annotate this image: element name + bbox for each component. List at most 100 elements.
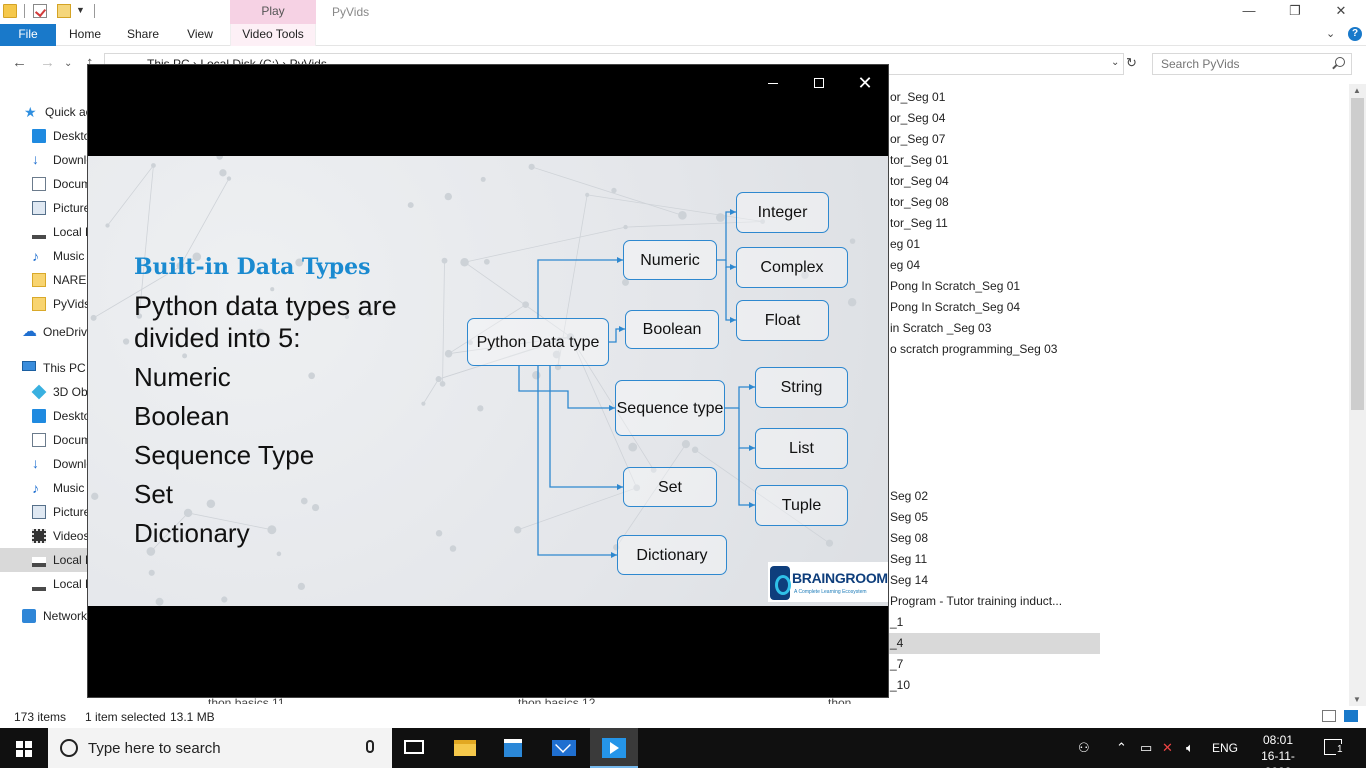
- file-explorer-button[interactable]: [442, 728, 490, 768]
- media-player-button[interactable]: [590, 728, 638, 768]
- tab-file[interactable]: File: [0, 24, 56, 46]
- sidebar-item[interactable]: Local Disk (D:): [0, 572, 90, 596]
- scroll-up-icon[interactable]: ▲: [1353, 86, 1361, 95]
- node-numeric: Numeric: [623, 240, 717, 280]
- sidebar-item[interactable]: This PC: [0, 356, 90, 380]
- search-input[interactable]: [1153, 54, 1328, 74]
- close-button[interactable]: ✕: [1318, 0, 1364, 24]
- help-icon[interactable]: ?: [1348, 27, 1362, 41]
- details-view-icon[interactable]: [1322, 710, 1336, 722]
- file-item[interactable]: Seg 05: [886, 507, 1100, 528]
- player-minimize-button[interactable]: [756, 71, 790, 95]
- tab-share[interactable]: Share: [120, 24, 166, 46]
- sidebar-item[interactable]: NARENDRA: [0, 268, 90, 292]
- sidebar-item[interactable]: PyVids: [0, 292, 90, 316]
- chevron-down-icon[interactable]: ⌄: [1326, 27, 1335, 40]
- node-python-data-type: Python Data type: [467, 318, 609, 366]
- tab-home[interactable]: Home: [62, 24, 108, 46]
- contextual-tab-play[interactable]: Play: [230, 0, 316, 24]
- sidebar-item[interactable]: ↓ Downloads: [0, 452, 90, 476]
- video-player-window[interactable]: ✕ Built-in Data Types Python data types …: [87, 64, 889, 698]
- clock[interactable]: 08:01 16-11-2022: [1252, 732, 1304, 768]
- battery-icon[interactable]: ▭: [1140, 740, 1152, 756]
- file-item[interactable]: _7: [886, 654, 1100, 675]
- recent-locations-icon[interactable]: ⌄: [64, 58, 72, 69]
- sidebar-item[interactable]: ★ Quick access: [0, 100, 90, 124]
- properties-icon[interactable]: [33, 4, 47, 18]
- language-indicator[interactable]: ENG: [1212, 741, 1238, 755]
- file-item[interactable]: tor_Seg 08: [886, 192, 1100, 213]
- file-item[interactable]: tor_Seg 01: [886, 150, 1100, 171]
- video-frame[interactable]: Built-in Data Types Python data types ar…: [88, 156, 888, 606]
- forward-icon[interactable]: →: [40, 54, 55, 71]
- sidebar-item[interactable]: Local Disk (C:): [0, 548, 90, 572]
- search-icon[interactable]: [1335, 57, 1345, 67]
- sidebar-item[interactable]: Pictures: [0, 196, 90, 220]
- refresh-icon[interactable]: ↻: [1126, 55, 1137, 71]
- sidebar-item[interactable]: ↓ Downloads: [0, 148, 90, 172]
- mail-button[interactable]: [540, 728, 588, 768]
- people-icon[interactable]: ⚇: [1078, 740, 1090, 756]
- minimize-button[interactable]: —: [1226, 0, 1272, 24]
- desktop-icon: [32, 129, 46, 143]
- restore-button[interactable]: ❐: [1272, 0, 1318, 24]
- sidebar-item[interactable]: Documents: [0, 172, 90, 196]
- folder-icon[interactable]: [3, 4, 17, 18]
- file-item[interactable]: or_Seg 01: [886, 87, 1100, 108]
- player-maximize-button[interactable]: [802, 71, 836, 95]
- sidebar-item[interactable]: ♪ Music: [0, 476, 90, 500]
- microphone-icon[interactable]: [366, 740, 374, 753]
- file-item[interactable]: o scratch programming_Seg 03: [886, 339, 1100, 360]
- file-item[interactable]: Pong In Scratch_Seg 04: [886, 297, 1100, 318]
- search-box[interactable]: [1152, 53, 1352, 75]
- start-button[interactable]: [0, 728, 48, 768]
- file-item[interactable]: Seg 14: [886, 570, 1100, 591]
- back-icon[interactable]: ←: [12, 54, 27, 71]
- store-button[interactable]: [490, 728, 538, 768]
- vertical-scrollbar[interactable]: ▲ ▼: [1349, 84, 1366, 706]
- scroll-down-icon[interactable]: ▼: [1353, 695, 1361, 704]
- tab-view[interactable]: View: [178, 24, 222, 46]
- file-item[interactable]: Seg 11: [886, 549, 1100, 570]
- sidebar-item[interactable]: Desktop: [0, 124, 90, 148]
- task-view-button[interactable]: [392, 728, 440, 768]
- player-close-button[interactable]: ✕: [848, 71, 882, 95]
- sidebar-item[interactable]: Network: [0, 604, 90, 628]
- sidebar-item[interactable]: Desktop: [0, 404, 90, 428]
- large-icons-view-icon[interactable]: [1344, 710, 1358, 722]
- file-item[interactable]: in Scratch _Seg 03: [886, 318, 1100, 339]
- customize-toolbar-icon[interactable]: ▼: [76, 5, 85, 15]
- scrollbar-thumb[interactable]: [1351, 98, 1364, 410]
- taskbar-search-input[interactable]: Type here to search: [88, 740, 221, 757]
- sidebar-item[interactable]: Documents: [0, 428, 90, 452]
- sidebar-item[interactable]: Local Disk: [0, 220, 90, 244]
- file-item[interactable]: tor_Seg 04: [886, 171, 1100, 192]
- sidebar-item-label: Music: [53, 481, 85, 495]
- sidebar-item[interactable]: Videos: [0, 524, 90, 548]
- file-item[interactable]: eg 04: [886, 255, 1100, 276]
- file-item[interactable]: tor_Seg 11: [886, 213, 1100, 234]
- file-item[interactable]: or_Seg 04: [886, 108, 1100, 129]
- sidebar-item[interactable]: ☁ OneDrive: [0, 320, 90, 344]
- sidebar-item[interactable]: Pictures: [0, 500, 90, 524]
- file-item[interactable]: or_Seg 07: [886, 129, 1100, 150]
- chevron-down-icon[interactable]: ⌄: [1111, 57, 1119, 68]
- chevron-up-icon[interactable]: ⌃: [1116, 740, 1127, 756]
- tab-video-tools[interactable]: Video Tools: [230, 24, 316, 46]
- file-item[interactable]: _10: [886, 675, 1100, 696]
- cloud-icon: ☁: [22, 323, 37, 340]
- taskbar-search[interactable]: Type here to search: [48, 728, 392, 768]
- new-folder-icon[interactable]: [57, 4, 71, 18]
- sidebar-item-label: This PC: [43, 361, 86, 375]
- network-disconnected-icon[interactable]: ✕: [1162, 740, 1173, 756]
- file-item[interactable]: Pong In Scratch_Seg 01: [886, 276, 1100, 297]
- file-item[interactable]: Program - Tutor training induct...: [886, 591, 1100, 612]
- sidebar-item[interactable]: ♪ Music: [0, 244, 90, 268]
- file-item[interactable]: eg 01: [886, 234, 1100, 255]
- file-item[interactable]: Seg 08: [886, 528, 1100, 549]
- volume-icon[interactable]: 🔈︎: [1186, 740, 1194, 756]
- file-item[interactable]: _4: [886, 633, 1100, 654]
- file-item[interactable]: Seg 02: [886, 486, 1100, 507]
- file-item[interactable]: _1: [886, 612, 1100, 633]
- sidebar-item[interactable]: 3D Objects: [0, 380, 90, 404]
